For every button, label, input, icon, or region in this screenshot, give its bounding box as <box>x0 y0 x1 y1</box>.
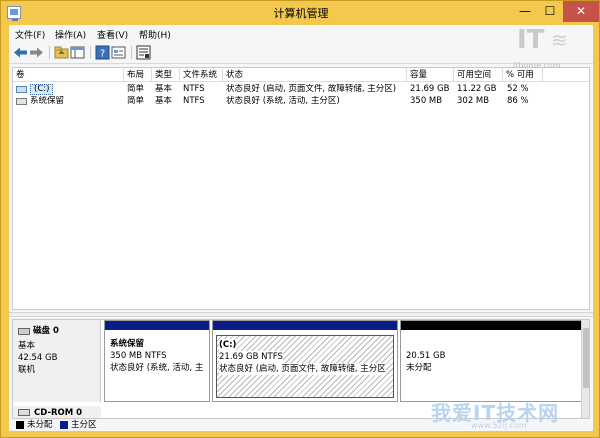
volume-name: 系统保留 <box>30 96 65 106</box>
hard-disk-icon <box>18 328 30 335</box>
col-percent-free[interactable]: % 可用 <box>503 68 543 82</box>
volume-capacity: 350 MB <box>410 96 443 106</box>
partition-status: 状态良好 (系统, 活动, 主 <box>110 363 204 373</box>
disk-name: 磁盘 0 <box>33 326 59 336</box>
help-icon[interactable]: ? <box>95 45 110 60</box>
svg-text:?: ? <box>100 49 105 60</box>
volume-row[interactable]: 系统保留 简单 基本 NTFS 状态良好 (系统, 活动, 主分区) 350 M… <box>13 96 589 107</box>
window-title: 计算机管理 <box>273 7 329 20</box>
disk-manage-icon[interactable] <box>136 45 151 60</box>
forward-arrow-icon[interactable] <box>29 45 44 60</box>
volume-percent: 52 % <box>507 84 529 94</box>
toolbar-separator <box>90 46 91 59</box>
ithome-logo-icon: ≋ <box>551 28 568 52</box>
col-volume[interactable]: 卷 <box>13 68 124 82</box>
col-free-space[interactable]: 可用空间 <box>454 68 503 82</box>
legend-swatch-unallocated <box>16 421 24 429</box>
volume-free: 302 MB <box>457 96 490 106</box>
show-hide-tree-icon[interactable] <box>70 45 85 60</box>
partition-size: 350 MB NTFS <box>110 351 167 361</box>
toolbar: ? <box>9 42 593 64</box>
volume-layout: 简单 <box>127 96 145 106</box>
partition-color-bar <box>401 321 581 330</box>
partition-size: 20.51 GB <box>406 351 446 361</box>
partition-info: (C:) 21.69 GB NTFS 状态良好 (启动, 页面文件, 故障转储,… <box>216 335 394 398</box>
back-arrow-icon[interactable] <box>13 45 28 60</box>
cdrom-label[interactable]: CD-ROM 0 <box>13 406 101 418</box>
menu-action[interactable]: 操作(A) <box>55 28 86 41</box>
menu-help[interactable]: 帮助(H) <box>139 28 171 41</box>
cdrom-name: CD-ROM 0 <box>34 408 83 418</box>
partition-color-bar <box>213 321 397 330</box>
legend-swatch-primary <box>60 421 68 429</box>
menu-bar: 文件(F) 操作(A) 查看(V) 帮助(H) <box>9 25 593 42</box>
menu-view[interactable]: 查看(V) <box>97 28 128 41</box>
volume-name: (C:) <box>30 84 54 95</box>
pane-splitter[interactable] <box>9 312 593 317</box>
volume-row[interactable]: (C:) 简单 基本 NTFS 状态良好 (启动, 页面文件, 故障转储, 主分… <box>13 84 589 95</box>
disk0-label[interactable]: 磁盘 0 基本 42.54 GB 联机 <box>13 320 101 402</box>
volume-type: 基本 <box>155 84 173 94</box>
partition-system-reserved[interactable]: 系统保留 350 MB NTFS 状态良好 (系统, 活动, 主 <box>104 320 210 402</box>
col-type[interactable]: 类型 <box>152 68 180 82</box>
close-button[interactable]: ✕ <box>563 1 599 22</box>
volume-list: 卷 布局 类型 文件系统 状态 容量 可用空间 % 可用 (C:) 简单 基本 … <box>12 67 590 310</box>
partition-status: 未分配 <box>406 363 432 373</box>
volume-status: 状态良好 (系统, 活动, 主分区) <box>226 96 340 106</box>
partition-c[interactable]: (C:) 21.69 GB NTFS 状态良好 (启动, 页面文件, 故障转储,… <box>212 320 398 402</box>
partition-name: 系统保留 <box>110 339 145 349</box>
disk-type: 基本 <box>18 341 36 351</box>
toolbar-separator <box>131 46 132 59</box>
client-area: 文件(F) 操作(A) 查看(V) 帮助(H) ? 卷 布局 类型 文件系统 状… <box>9 25 593 431</box>
volume-status: 状态良好 (启动, 页面文件, 故障转储, 主分区) <box>226 84 397 94</box>
title-bar[interactable]: 计算机管理 — ☐ ✕ <box>1 1 600 25</box>
scrollbar-thumb[interactable] <box>583 328 589 388</box>
volume-filesystem: NTFS <box>183 96 205 106</box>
properties-icon[interactable] <box>111 45 126 60</box>
volume-type: 基本 <box>155 96 173 106</box>
col-layout[interactable]: 布局 <box>124 68 152 82</box>
partition-color-bar <box>105 321 209 330</box>
disk-state: 联机 <box>18 365 36 375</box>
volume-capacity: 21.69 GB <box>410 84 450 94</box>
volume-filesystem: NTFS <box>183 84 205 94</box>
site-url-watermark: www.52ij.com <box>471 421 527 430</box>
volume-free: 11.22 GB <box>457 84 497 94</box>
disk-map-scrollbar[interactable] <box>581 320 589 418</box>
menu-file[interactable]: 文件(F) <box>15 28 45 41</box>
minimize-button[interactable]: — <box>513 1 537 22</box>
legend-label-unallocated: 未分配 <box>27 420 53 430</box>
disk-size: 42.54 GB <box>18 353 58 363</box>
col-capacity[interactable]: 容量 <box>407 68 454 82</box>
volume-icon <box>16 86 27 93</box>
partition-name: (C:) <box>219 339 237 351</box>
cdrom-icon <box>18 409 30 416</box>
computer-management-window: 计算机管理 — ☐ ✕ 文件(F) 操作(A) 查看(V) 帮助(H) ? 卷 … <box>0 0 600 438</box>
maximize-button[interactable]: ☐ <box>538 1 562 22</box>
partition-unallocated[interactable]: 20.51 GB 未分配 <box>400 320 582 402</box>
col-status[interactable]: 状态 <box>223 68 407 82</box>
volume-icon <box>16 98 27 105</box>
partition-info: 系统保留 350 MB NTFS 状态良好 (系统, 活动, 主 <box>108 335 206 398</box>
volume-layout: 简单 <box>127 84 145 94</box>
legend-label-primary: 主分区 <box>71 420 97 430</box>
partition-size: 21.69 GB NTFS <box>219 351 283 363</box>
volume-percent: 86 % <box>507 96 529 106</box>
toolbar-separator <box>49 46 50 59</box>
col-filesystem[interactable]: 文件系统 <box>180 68 223 82</box>
col-filler <box>543 68 589 82</box>
ithome-url-watermark: ithome.com <box>513 61 561 70</box>
partition-status: 状态良好 (启动, 页面文件, 故障转储, 主分区 <box>219 363 386 375</box>
partition-info: 20.51 GB 未分配 <box>404 335 578 398</box>
up-folder-icon[interactable] <box>54 45 69 60</box>
